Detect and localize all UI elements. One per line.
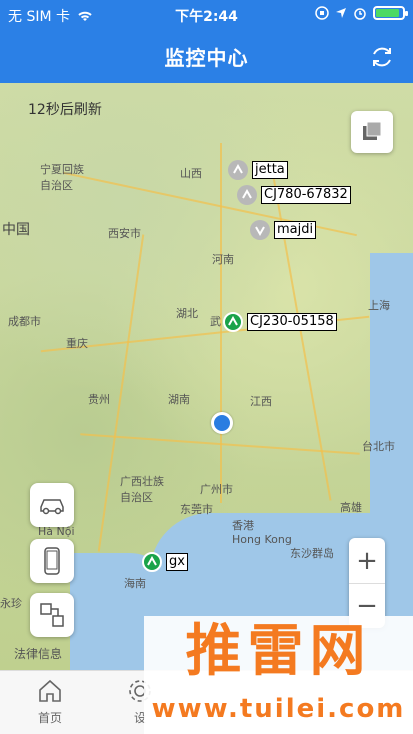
vehicle-marker[interactable]: jetta — [228, 160, 288, 180]
alarm-icon — [354, 8, 366, 20]
vehicle-marker[interactable]: gx — [142, 552, 188, 572]
map-label-chengdu: 成都市 — [8, 315, 41, 328]
map-label-hunan: 湖南 — [168, 393, 190, 406]
rotation-lock-icon — [315, 6, 329, 20]
map-label-hubei: 湖北 — [176, 307, 198, 320]
vehicle-offline-icon — [228, 160, 248, 180]
zoom-in-button[interactable]: + — [349, 538, 385, 583]
map-label-guangzhou: 广州市 — [200, 483, 233, 496]
zoom-control: + − — [349, 538, 385, 628]
refresh-icon[interactable] — [369, 44, 395, 70]
vehicle-label: CJ230-05158 — [247, 313, 337, 331]
map-label-dongsha: 东沙群岛 — [290, 547, 334, 560]
watermark: 推雷网 www.tuilei.com — [144, 616, 413, 734]
location-arrow-icon — [336, 8, 346, 18]
vehicle-online-icon — [223, 312, 243, 332]
map-label-shanghai: 上海 — [368, 299, 390, 312]
vehicle-label: CJ780-67832 — [261, 186, 351, 204]
nav-bar: 监控中心 — [0, 30, 413, 83]
battery-icon — [373, 6, 408, 20]
vehicle-label: majdi — [274, 221, 317, 239]
watermark-url: www.tuilei.com — [151, 694, 406, 724]
map-label-yongzhen: 永珍 — [0, 597, 22, 610]
map-view[interactable]: 12秒后刷新 中国 宁夏回族 自治区 山西 西安市 河南 成都市 重庆 湖北 武… — [0, 83, 413, 670]
vehicle-label: gx — [166, 553, 188, 571]
my-location-dot — [211, 412, 233, 434]
status-bar: 无 SIM 卡 下午2:44 — [0, 0, 413, 30]
map-label-guizhou: 贵州 — [88, 393, 110, 406]
vehicle-offline-icon — [237, 185, 257, 205]
vehicle-marker[interactable]: CJ230-05158 — [223, 312, 337, 332]
layers-icon — [363, 121, 382, 140]
map-label-china: 中国 — [2, 222, 30, 238]
map-label-hainan: 海南 — [124, 577, 146, 590]
map-label-chongqing: 重庆 — [66, 337, 88, 350]
page-title: 监控中心 — [164, 46, 249, 70]
car-view-button[interactable] — [30, 483, 74, 527]
map-label-shanxi: 山西 — [180, 167, 202, 180]
tab-home-label: 首页 — [37, 711, 62, 725]
map-label-xian: 西安市 — [108, 227, 141, 240]
phone-view-button[interactable] — [30, 539, 74, 583]
legal-info-link[interactable]: 法律信息 — [14, 645, 62, 662]
map-label-wuhan: 武 — [210, 315, 221, 328]
map-label-ningxia: 宁夏回族 自治区 — [40, 163, 84, 192]
vehicle-label: jetta — [252, 161, 288, 179]
map-label-henan: 河南 — [212, 253, 234, 266]
map-label-jiangxi: 江西 — [250, 395, 272, 408]
route-icon — [40, 603, 64, 627]
phone-icon — [44, 547, 60, 575]
map-label-dongguan: 东莞市 — [180, 503, 213, 516]
tab-home[interactable]: 首页 — [20, 677, 80, 726]
map-label-guangxi: 广西壮族 自治区 — [120, 475, 164, 504]
vehicle-marker[interactable]: CJ780-67832 — [237, 185, 351, 205]
vehicle-online-icon — [142, 552, 162, 572]
map-layer-button[interactable] — [351, 111, 393, 153]
car-icon — [40, 499, 64, 515]
home-icon — [39, 679, 61, 702]
watermark-brand: 推雷网 — [185, 619, 372, 684]
vehicle-marker[interactable]: majdi — [250, 220, 317, 240]
map-label-hongkong: 香港 Hong Kong — [232, 519, 292, 546]
refresh-countdown: 12秒后刷新 — [28, 102, 102, 118]
route-view-button[interactable] — [30, 593, 74, 637]
map-label-taipei: 台北市 — [362, 440, 395, 453]
map-label-kaohsiung: 高雄 — [340, 501, 362, 514]
vehicle-offline-icon — [250, 220, 270, 240]
